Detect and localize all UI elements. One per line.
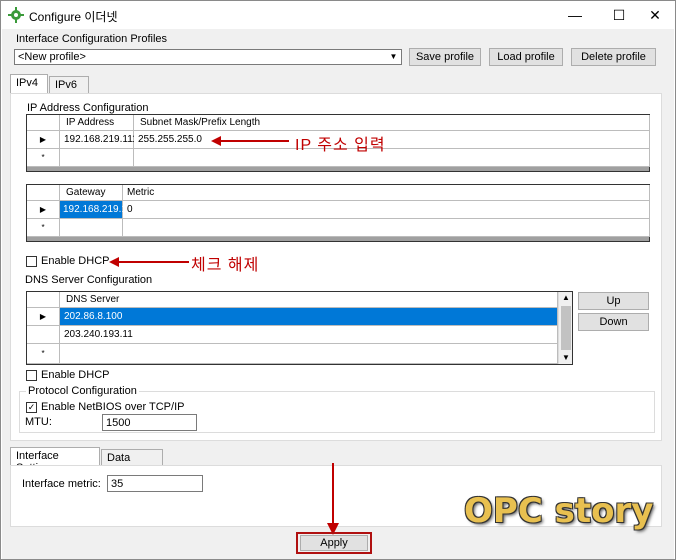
ip-input-annotation: IP 주소 입력 xyxy=(295,137,386,154)
ip-address-column-header: IP Address xyxy=(60,115,134,131)
interface-metric-label: Interface metric: xyxy=(22,478,101,490)
ip-address-new-cell[interactable] xyxy=(60,149,134,167)
delete-profile-button[interactable]: Delete profile xyxy=(571,48,656,66)
grid-empty-area xyxy=(27,237,649,241)
interface-metric-input[interactable]: 35 xyxy=(107,475,203,492)
row-pointer-icon[interactable]: ▶ xyxy=(27,201,60,219)
tab-ipv4[interactable]: IPv4 xyxy=(10,74,48,94)
enable-dhcp-ip-label: Enable DHCP xyxy=(41,255,110,267)
load-profile-button[interactable]: Load profile xyxy=(489,48,563,66)
ipv4-tab-panel: IP Address Configuration IP Address Subn… xyxy=(10,93,662,441)
maximize-button[interactable]: ☐ xyxy=(599,1,639,29)
chevron-down-icon: ▼ xyxy=(389,52,398,61)
mtu-label: MTU: xyxy=(25,416,52,428)
ip-address-cell[interactable]: 192.168.219.111 xyxy=(60,131,138,149)
dns-server-grid: DNS Server ▶ 202.86.8.100 203.240.193.11… xyxy=(26,291,573,365)
configure-window: Configure 이더넷 — ☐ ✕ Interface Configurat… xyxy=(0,0,676,560)
metric-column-header: Metric xyxy=(123,185,650,201)
subnet-mask-column-header: Subnet Mask/Prefix Length xyxy=(134,115,650,131)
close-button[interactable]: ✕ xyxy=(635,1,675,29)
gateway-cell[interactable]: 192.168.219.1 xyxy=(60,201,127,219)
red-arrow-left-icon xyxy=(211,136,289,146)
profile-selected-value: <New profile> xyxy=(18,51,86,63)
gateway-column-header: Gateway xyxy=(60,185,123,201)
gear-app-icon xyxy=(8,7,24,23)
metric-new-cell[interactable] xyxy=(123,219,650,237)
dns-server-cell[interactable]: 203.240.193.11 xyxy=(60,326,558,344)
dns-server-new-cell[interactable] xyxy=(60,344,558,364)
new-row-marker: * xyxy=(27,149,60,167)
watermark-text: OPC story xyxy=(464,491,654,531)
title-bar: Configure 이더넷 — ☐ ✕ xyxy=(1,1,675,29)
row-pointer-icon[interactable]: ▶ xyxy=(27,131,60,149)
gateway-grid: Gateway Metric ▶ 192.168.219.1 0 * xyxy=(26,184,650,242)
window-title: Configure 이더넷 xyxy=(29,10,118,24)
grid-corner xyxy=(27,292,60,308)
red-arrow-down-icon xyxy=(327,463,339,535)
dns-server-cell[interactable]: 202.86.8.100 xyxy=(60,308,558,326)
scroll-down-icon[interactable]: ▼ xyxy=(559,352,573,364)
ip-config-group-title: IP Address Configuration xyxy=(25,102,151,114)
dns-group-title: DNS Server Configuration xyxy=(25,274,153,286)
new-row-marker: * xyxy=(27,219,60,237)
apply-button[interactable]: Apply xyxy=(300,535,368,551)
minimize-button[interactable]: — xyxy=(555,1,595,29)
dns-down-button[interactable]: Down xyxy=(578,313,649,331)
dns-server-column-header: DNS Server xyxy=(60,292,558,308)
row-selector[interactable] xyxy=(27,326,60,344)
enable-dhcp-dns-label: Enable DHCP xyxy=(41,369,110,381)
row-pointer-icon[interactable]: ▶ xyxy=(27,308,60,326)
save-profile-button[interactable]: Save profile xyxy=(409,48,481,66)
subnet-mask-new-cell[interactable] xyxy=(134,149,650,167)
scroll-thumb[interactable] xyxy=(561,306,571,350)
gateway-new-cell[interactable] xyxy=(60,219,123,237)
dns-scrollbar[interactable]: ▲ ▼ xyxy=(558,292,572,364)
profile-combobox[interactable]: <New profile> ▼ xyxy=(14,49,402,65)
profiles-group-title: Interface Configuration Profiles xyxy=(16,33,168,45)
tab-ipv6[interactable]: IPv6 xyxy=(49,76,89,94)
enable-dhcp-ip-checkbox[interactable] xyxy=(26,256,37,267)
dns-up-button[interactable]: Up xyxy=(578,292,649,310)
tab-interface-settings[interactable]: Interface Settings xyxy=(10,447,100,474)
netbios-checkbox[interactable]: ✓ xyxy=(26,402,37,413)
grid-corner xyxy=(27,115,60,131)
mtu-input[interactable]: 1500 xyxy=(102,414,197,431)
red-arrow-left-icon xyxy=(109,257,189,267)
netbios-label: Enable NetBIOS over TCP/IP xyxy=(41,401,185,413)
client-area: Interface Configuration Profiles <New pr… xyxy=(2,29,674,559)
enable-dhcp-dns-checkbox[interactable] xyxy=(26,370,37,381)
uncheck-annotation: 체크 해제 xyxy=(191,257,260,274)
new-row-marker: * xyxy=(27,344,60,364)
protocol-group-title: Protocol Configuration xyxy=(26,385,139,397)
scroll-up-icon[interactable]: ▲ xyxy=(559,292,573,304)
grid-empty-area xyxy=(27,167,649,171)
grid-corner xyxy=(27,185,60,201)
metric-cell[interactable]: 0 xyxy=(123,201,650,219)
